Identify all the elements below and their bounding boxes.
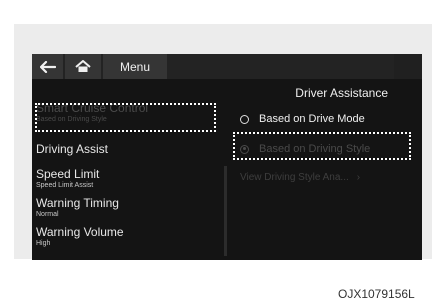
menu-item-sublabel: Normal xyxy=(36,211,59,218)
menu-item-speed-limit[interactable]: Speed Limit Speed Limit Assist xyxy=(36,167,216,190)
option-label: Based on Drive Mode xyxy=(259,113,365,125)
option-based-on-drive-mode[interactable]: Based on Drive Mode xyxy=(240,111,365,127)
view-driving-style-link[interactable]: View Driving Style Ana... › xyxy=(240,172,360,183)
home-icon xyxy=(75,60,91,72)
menu-item-label: Warning Timing xyxy=(36,196,119,210)
infotainment-screen: Menu Smart Cruise Control Based on Drivi… xyxy=(32,54,422,260)
figure-code: OJX1079156L xyxy=(338,287,415,301)
pane-title: Driver Assistance xyxy=(295,86,388,100)
scrollbar[interactable] xyxy=(224,166,227,256)
chevron-right-icon: › xyxy=(356,172,361,183)
top-bar: Menu xyxy=(32,54,422,79)
focus-highlight xyxy=(35,103,216,132)
menu-item-label: Warning Volume xyxy=(36,225,124,239)
menu-item-driving-assist[interactable]: Driving Assist xyxy=(36,142,216,156)
home-button[interactable] xyxy=(65,54,101,79)
menu-button[interactable]: Menu xyxy=(103,54,167,79)
focus-highlight xyxy=(233,132,411,160)
menu-item-label: Speed Limit xyxy=(36,167,100,181)
menu-item-warning-volume[interactable]: Warning Volume High xyxy=(36,225,216,248)
arrow-left-icon xyxy=(39,60,56,73)
menu-item-warning-timing[interactable]: Warning Timing Normal xyxy=(36,196,216,219)
back-button[interactable] xyxy=(32,54,63,79)
link-label: View Driving Style Ana... xyxy=(240,172,349,183)
menu-item-sublabel: Speed Limit Assist xyxy=(36,182,94,189)
menu-item-label: Driving Assist xyxy=(36,142,109,156)
radio-unchecked-icon xyxy=(240,114,249,124)
menu-item-sublabel: High xyxy=(36,240,51,247)
topbar-empty-slot xyxy=(394,54,422,79)
menu-label: Menu xyxy=(119,59,151,74)
